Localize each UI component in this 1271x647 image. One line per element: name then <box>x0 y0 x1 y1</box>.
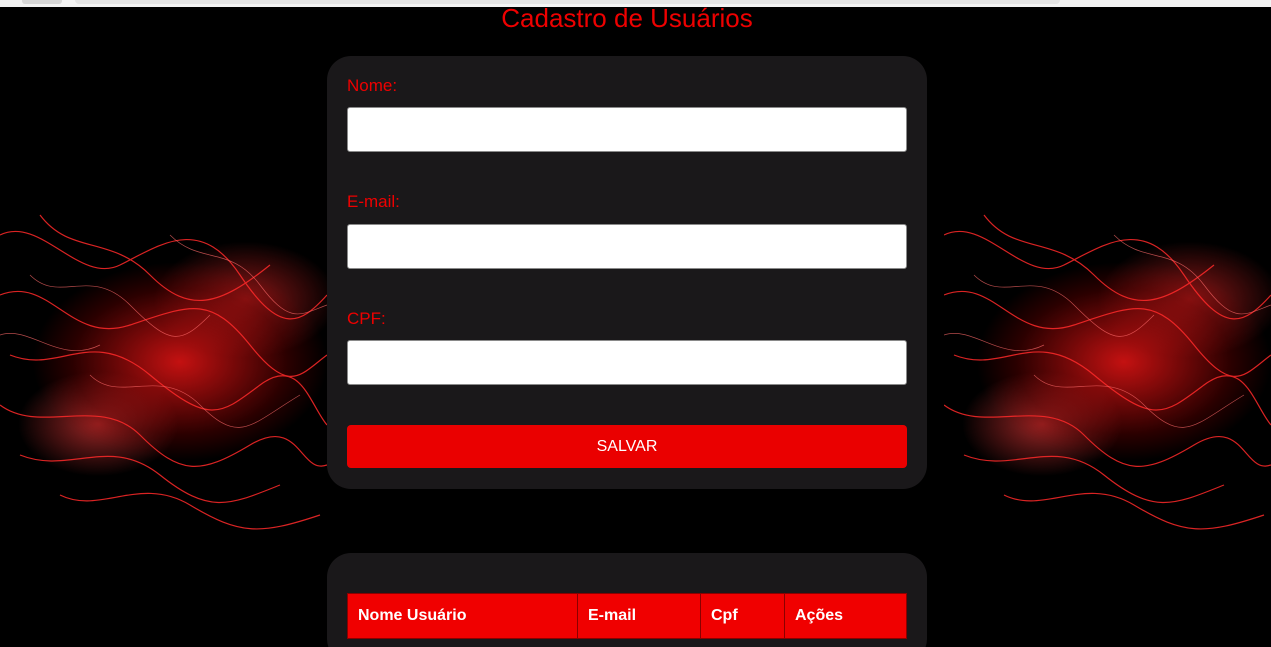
save-button[interactable]: SALVAR <box>347 425 907 468</box>
registration-form: Nome: E-mail: CPF: SALVAR <box>327 56 927 489</box>
cpf-label: CPF: <box>347 309 386 328</box>
users-table: Nome Usuário E-mail Cpf Ações <box>347 593 907 639</box>
flame-strands-left <box>0 214 327 530</box>
email-input[interactable] <box>347 224 907 269</box>
page: Cadastro de Usuários Nome: E-mail: CPF: … <box>0 0 1271 647</box>
name-input[interactable] <box>347 107 907 152</box>
name-label: Nome: <box>347 76 398 95</box>
email-label: E-mail: <box>347 192 400 211</box>
table-header-row: Nome Usuário E-mail Cpf Ações <box>347 593 907 639</box>
cpf-input[interactable] <box>347 340 907 385</box>
column-header-email: E-mail <box>577 593 701 639</box>
users-table-card: Nome Usuário E-mail Cpf Ações <box>327 553 927 647</box>
column-header-user-name: Nome Usuário <box>347 593 578 639</box>
column-header-actions: Ações <box>784 593 907 639</box>
red-flame-art-left <box>0 175 327 590</box>
red-flame-art-right <box>944 175 1271 590</box>
column-header-cpf: Cpf <box>700 593 785 639</box>
flame-strands-right <box>944 214 1271 530</box>
page-title: Cadastro de Usuários <box>501 3 753 33</box>
